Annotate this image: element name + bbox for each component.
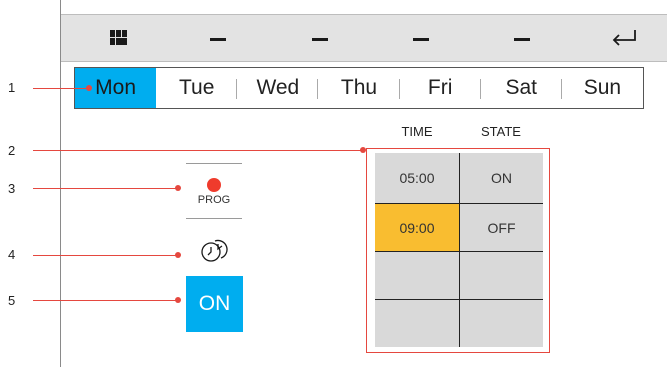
callout-number: 4 xyxy=(8,247,16,262)
callout-number: 3 xyxy=(8,181,16,196)
callout-number: 2 xyxy=(8,143,16,158)
dash-icon[interactable] xyxy=(312,38,328,41)
callout-line xyxy=(33,88,89,89)
grid-icon[interactable] xyxy=(110,30,128,46)
callout-number: 5 xyxy=(8,293,16,308)
day-label: Tue xyxy=(179,76,215,99)
tab-wed[interactable]: Wed xyxy=(237,68,319,108)
callout-dot xyxy=(175,252,181,258)
prog-indicator-dot xyxy=(207,178,221,192)
tab-sat[interactable]: Sat xyxy=(481,68,562,108)
callout-dot xyxy=(360,147,366,153)
time-header: TIME xyxy=(401,124,433,139)
callout-line xyxy=(33,300,178,301)
enter-icon[interactable] xyxy=(611,28,637,48)
day-label: Sun xyxy=(583,76,622,99)
tab-fri[interactable]: Fri xyxy=(400,68,481,108)
state-header: STATE xyxy=(481,124,521,139)
callout-line xyxy=(33,255,178,256)
day-label: Sat xyxy=(505,76,538,99)
callout-dot xyxy=(86,85,92,91)
day-label: Thu xyxy=(340,76,378,99)
callout-dot xyxy=(175,297,181,303)
callout-number: 1 xyxy=(8,80,16,95)
dash-icon[interactable] xyxy=(210,38,226,41)
callout-dot xyxy=(175,185,181,191)
day-label: Wed xyxy=(256,76,300,99)
tab-tue[interactable]: Tue xyxy=(156,68,238,108)
on-button[interactable]: ON xyxy=(186,276,243,332)
dash-icon[interactable] xyxy=(413,38,429,41)
separator xyxy=(186,218,242,219)
tab-sun[interactable]: Sun xyxy=(562,68,643,108)
timer-icon[interactable] xyxy=(192,229,236,267)
day-label: Fri xyxy=(427,76,453,99)
callout-highlight-frame xyxy=(366,148,550,353)
dash-icon[interactable] xyxy=(514,38,530,41)
callout-line xyxy=(33,150,363,151)
callout-line xyxy=(33,188,178,189)
separator xyxy=(186,163,242,164)
tab-thu[interactable]: Thu xyxy=(318,68,400,108)
prog-button[interactable]: PROG xyxy=(192,194,236,206)
day-tabs: Mon Tue Wed Thu Fri Sat Sun xyxy=(74,67,644,109)
toolbar xyxy=(61,14,667,62)
day-label: Mon xyxy=(95,76,136,99)
